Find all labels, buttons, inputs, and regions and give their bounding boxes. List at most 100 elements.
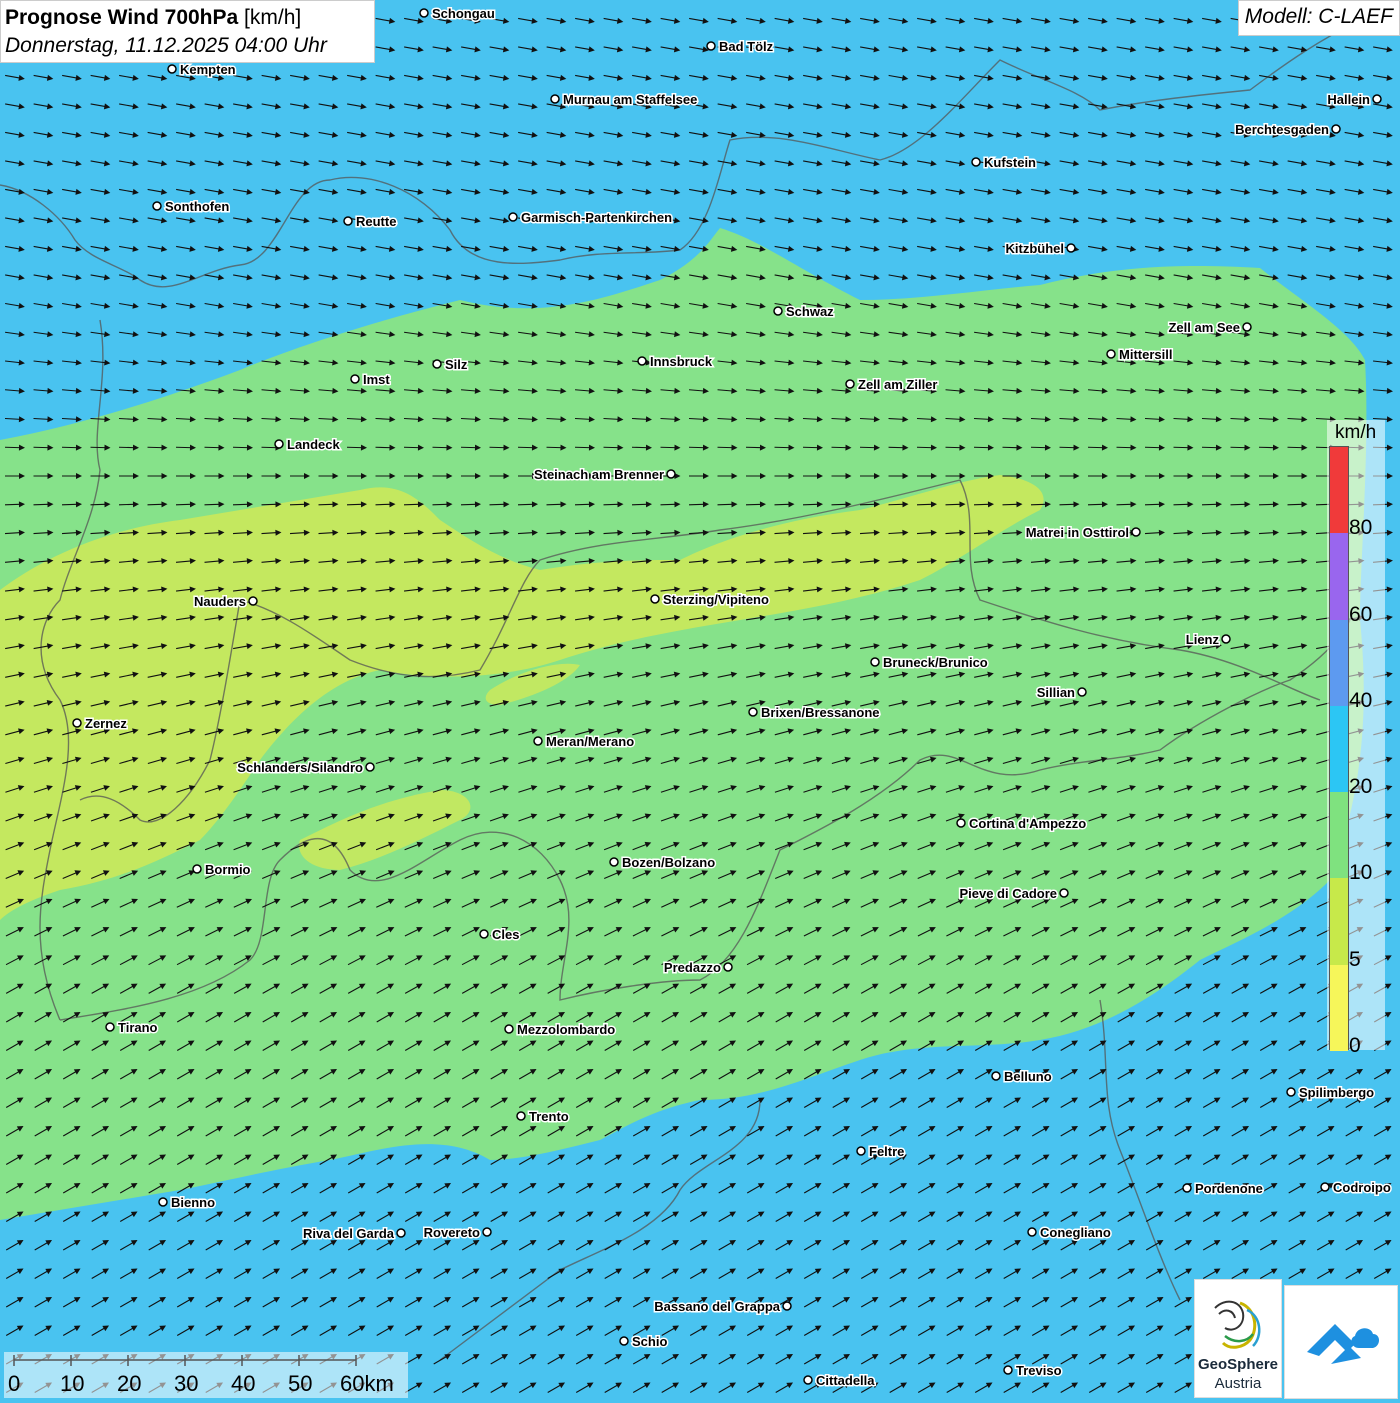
city-label: Trento bbox=[529, 1109, 569, 1124]
city-marker-icon[interactable] bbox=[1060, 889, 1068, 897]
city-marker-icon[interactable] bbox=[1321, 1183, 1329, 1191]
city-marker-icon[interactable] bbox=[1287, 1088, 1295, 1096]
city-label: Steinach am Brenner bbox=[534, 467, 664, 482]
city-marker-icon[interactable] bbox=[957, 819, 965, 827]
legend-swatch bbox=[1330, 533, 1348, 619]
city-label: Predazzo bbox=[664, 960, 721, 975]
city-marker-icon[interactable] bbox=[1373, 95, 1381, 103]
city-label: Zell am See bbox=[1168, 320, 1240, 335]
city-marker-icon[interactable] bbox=[620, 1337, 628, 1345]
city-label: Sillian bbox=[1037, 685, 1075, 700]
city-marker-icon[interactable] bbox=[1183, 1184, 1191, 1192]
city-marker-icon[interactable] bbox=[351, 375, 359, 383]
city-marker-icon[interactable] bbox=[804, 1376, 812, 1384]
legend-swatch bbox=[1330, 792, 1348, 878]
city-marker-icon[interactable] bbox=[1222, 635, 1230, 643]
legend-label: 80 bbox=[1349, 516, 1372, 540]
city-marker-icon[interactable] bbox=[651, 595, 659, 603]
city-label: Feltre bbox=[869, 1144, 904, 1159]
city-marker-icon[interactable] bbox=[551, 95, 559, 103]
city-label: Murnau am Staffelsee bbox=[563, 92, 697, 107]
city-marker-icon[interactable] bbox=[397, 1229, 405, 1237]
city-marker-icon[interactable] bbox=[505, 1025, 513, 1033]
city-label: Cortina d'Ampezzo bbox=[969, 816, 1086, 831]
city-label: Imst bbox=[363, 372, 390, 387]
city-marker-icon[interactable] bbox=[159, 1198, 167, 1206]
city-marker-icon[interactable] bbox=[774, 307, 782, 315]
city-marker-icon[interactable] bbox=[433, 360, 441, 368]
city-marker-icon[interactable] bbox=[992, 1072, 1000, 1080]
city-marker-icon[interactable] bbox=[534, 737, 542, 745]
city-label: Brixen/Bressanone bbox=[761, 705, 880, 720]
city-label: Rovereto bbox=[424, 1225, 480, 1240]
legend-unit: km/h bbox=[1335, 422, 1376, 444]
city-label: Reutte bbox=[356, 214, 396, 229]
city-label: Schio bbox=[632, 1334, 667, 1349]
city-marker-icon[interactable] bbox=[153, 202, 161, 210]
wind-map: SchongauBad TölzKemptenMurnau am Staffel… bbox=[0, 0, 1400, 1400]
city-marker-icon[interactable] bbox=[846, 380, 854, 388]
city-marker-icon[interactable] bbox=[480, 930, 488, 938]
city-marker-icon[interactable] bbox=[638, 357, 646, 365]
city-marker-icon[interactable] bbox=[871, 658, 879, 666]
legend-label: 60 bbox=[1349, 603, 1372, 627]
geosphere-logo[interactable]: GeoSphere Austria bbox=[1194, 1279, 1282, 1398]
scale-label-40: 40 bbox=[231, 1371, 255, 1397]
city-marker-icon[interactable] bbox=[1243, 323, 1251, 331]
city-label: Zell am Ziller bbox=[858, 377, 937, 392]
legend-colorbar bbox=[1329, 446, 1349, 1050]
city-marker-icon[interactable] bbox=[749, 708, 757, 716]
city-marker-icon[interactable] bbox=[168, 65, 176, 73]
legend-label: 5 bbox=[1349, 948, 1361, 972]
city-label: Meran/Merano bbox=[546, 734, 634, 749]
city-marker-icon[interactable] bbox=[707, 42, 715, 50]
city-marker-icon[interactable] bbox=[193, 865, 201, 873]
city-label: Cles bbox=[492, 927, 519, 942]
city-marker-icon[interactable] bbox=[724, 963, 732, 971]
forecast-datetime: Donnerstag, 11.12.2025 04:00 Uhr bbox=[5, 32, 370, 60]
legend-label: 0 bbox=[1349, 1034, 1361, 1058]
city-label: Hallein bbox=[1327, 92, 1370, 107]
city-label: Silz bbox=[445, 357, 468, 372]
city-marker-icon[interactable] bbox=[1067, 244, 1075, 252]
city-marker-icon[interactable] bbox=[972, 158, 980, 166]
scale-label-60km: 60km bbox=[340, 1371, 394, 1397]
city-marker-icon[interactable] bbox=[1028, 1228, 1036, 1236]
city-marker-icon[interactable] bbox=[106, 1023, 114, 1031]
city-label: Kitzbühel bbox=[1006, 241, 1065, 256]
mountain-cloud-icon bbox=[1285, 1286, 1397, 1398]
legend-label: 10 bbox=[1349, 861, 1372, 885]
city-marker-icon[interactable] bbox=[420, 9, 428, 17]
legend-label: 20 bbox=[1349, 775, 1372, 799]
city-marker-icon[interactable] bbox=[610, 858, 618, 866]
city-label: Zernez bbox=[85, 716, 127, 731]
city-label: Kufstein bbox=[984, 155, 1036, 170]
city-marker-icon[interactable] bbox=[1332, 125, 1340, 133]
city-marker-icon[interactable] bbox=[483, 1228, 491, 1236]
city-marker-icon[interactable] bbox=[1004, 1366, 1012, 1374]
city-marker-icon[interactable] bbox=[366, 763, 374, 771]
city-label: Riva del Garda bbox=[303, 1226, 395, 1241]
city-label: Lienz bbox=[1186, 632, 1220, 647]
mountain-logo[interactable] bbox=[1284, 1285, 1398, 1399]
city-label: Berchtesgaden bbox=[1235, 122, 1329, 137]
city-marker-icon[interactable] bbox=[783, 1302, 791, 1310]
city-marker-icon[interactable] bbox=[1078, 688, 1086, 696]
city-marker-icon[interactable] bbox=[344, 217, 352, 225]
city-marker-icon[interactable] bbox=[1107, 350, 1115, 358]
city-label: Pieve di Cadore bbox=[959, 886, 1057, 901]
city-marker-icon[interactable] bbox=[667, 470, 675, 478]
city-label: Landeck bbox=[287, 437, 341, 452]
city-marker-icon[interactable] bbox=[73, 719, 81, 727]
city-marker-icon[interactable] bbox=[857, 1147, 865, 1155]
city-label: Schlanders/Silandro bbox=[237, 760, 363, 775]
city-label: Bad Tölz bbox=[719, 39, 774, 54]
city-marker-icon[interactable] bbox=[1132, 528, 1140, 536]
map-title-box: Prognose Wind 700hPa [km/h] Donnerstag, … bbox=[0, 0, 375, 63]
city-label: Garmisch-Partenkirchen bbox=[521, 210, 672, 225]
city-marker-icon[interactable] bbox=[517, 1112, 525, 1120]
city-label: Treviso bbox=[1016, 1363, 1062, 1378]
city-marker-icon[interactable] bbox=[275, 440, 283, 448]
city-marker-icon[interactable] bbox=[509, 213, 517, 221]
city-marker-icon[interactable] bbox=[249, 597, 257, 605]
